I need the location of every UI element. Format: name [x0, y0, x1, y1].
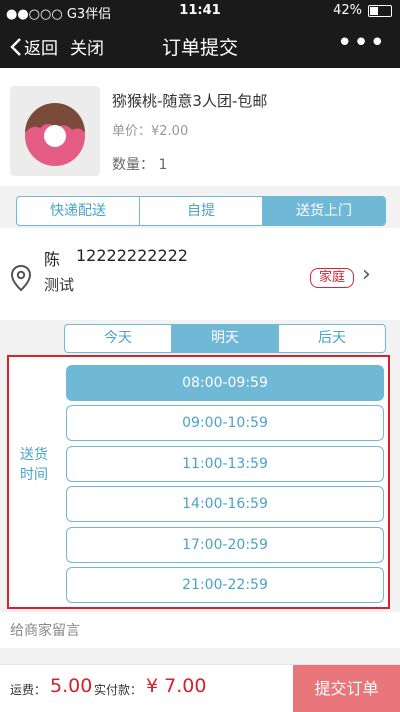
time-slot[interactable]: 21:00-22:59 — [66, 567, 384, 603]
checkout-footer: 运费： 5.00 实付款： ¥ 7.00 提交订单 — [0, 664, 400, 712]
delivery-method-tabs: 快递配送 自提 送货上门 — [16, 196, 386, 226]
tab-tomorrow[interactable]: 明天 — [171, 325, 278, 352]
product-quantity: 数量： 1 — [112, 157, 168, 173]
merchant-message-field[interactable]: 给商家留言 — [0, 612, 400, 648]
tab-self-pickup[interactable]: 自提 — [139, 197, 262, 225]
battery-icon — [368, 4, 392, 17]
nav-bar: 返回 关闭 订单提交 ••• — [0, 22, 400, 68]
merchant-message-placeholder: 给商家留言 — [10, 623, 80, 639]
time-slot[interactable]: 14:00-16:59 — [66, 486, 384, 522]
delivery-time-section: 送货 时间 08:00-09:59 09:00-10:59 11:00-13:5… — [7, 355, 390, 609]
day-tabs: 今天 明天 后天 — [64, 324, 386, 353]
location-pin-icon — [10, 264, 32, 292]
status-right: 42% — [333, 3, 392, 18]
delivery-time-label: 送货 时间 — [20, 447, 48, 483]
time-slot[interactable]: 09:00-10:59 — [66, 405, 384, 441]
time-slot[interactable]: 08:00-09:59 — [66, 365, 384, 401]
product-image[interactable] — [10, 86, 100, 176]
product-name: 猕猴桃-随意3人团-包邮 — [112, 92, 268, 110]
donut-icon — [25, 103, 85, 166]
total-payment-value: ¥ 7.00 — [146, 675, 207, 697]
shipping-fee-value: 5.00 — [50, 675, 93, 697]
time-slot[interactable]: 11:00-13:59 — [66, 446, 384, 482]
battery-percent: 42% — [333, 3, 362, 18]
time-slot[interactable]: 17:00-20:59 — [66, 527, 384, 563]
recipient-name: 陈 — [44, 250, 61, 269]
total-payment-label: 实付款： — [94, 683, 143, 697]
tab-home-delivery[interactable]: 送货上门 — [262, 197, 385, 225]
product-card: 猕猴桃-随意3人团-包邮 单价：¥2.00 数量： 1 — [0, 68, 400, 186]
address-card[interactable]: 陈 12222222222 测试 家庭 › — [0, 228, 400, 320]
product-price: 单价：¥2.00 — [112, 124, 189, 139]
address-tag-badge: 家庭 — [310, 268, 355, 288]
shipping-fee-label: 运费： — [10, 683, 47, 697]
more-menu-button[interactable]: ••• — [337, 28, 386, 58]
tab-day-after-tomorrow[interactable]: 后天 — [278, 325, 385, 352]
address-detail: 测试 — [44, 276, 75, 294]
status-bar: ●●○○○ G3伴侣 11:41 42% — [0, 0, 400, 22]
tab-today[interactable]: 今天 — [65, 325, 171, 352]
tab-express-delivery[interactable]: 快递配送 — [17, 197, 139, 225]
submit-order-button[interactable]: 提交订单 — [293, 665, 400, 712]
recipient-phone: 12222222222 — [76, 246, 188, 265]
chevron-right-icon: › — [362, 262, 371, 287]
